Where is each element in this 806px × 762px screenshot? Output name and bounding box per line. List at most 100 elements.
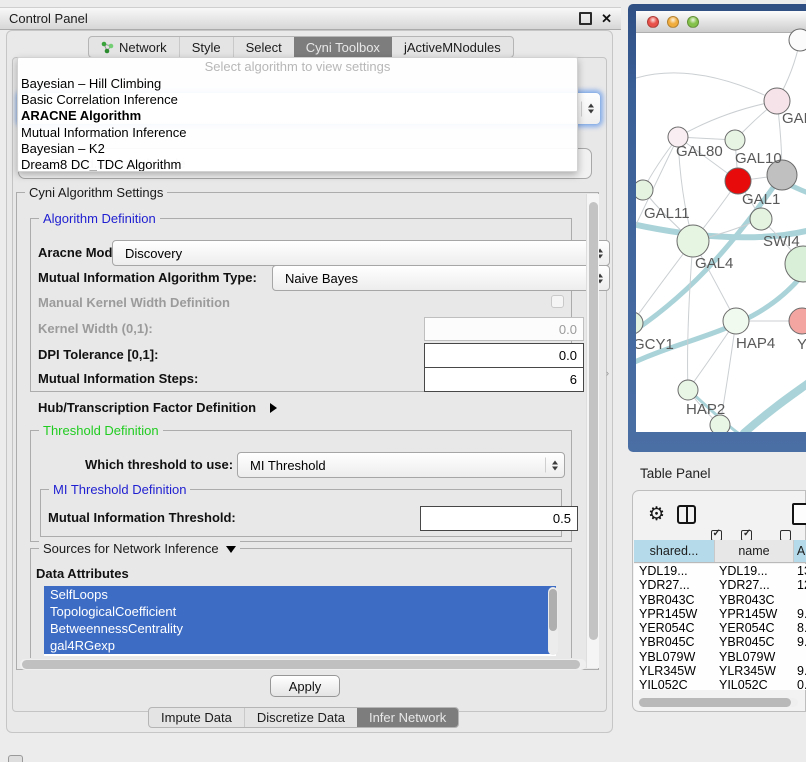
table-cell: 13 (797, 564, 806, 578)
minimize-window-icon[interactable] (667, 16, 679, 28)
aracne-mode-value: Discovery (125, 246, 182, 261)
float-window-icon[interactable] (579, 12, 592, 25)
network-node[interactable] (723, 308, 749, 334)
tab-network[interactable]: Network (89, 37, 179, 57)
kernel-width-field[interactable]: 0.0 (424, 317, 584, 341)
algorithm-option[interactable]: ARACNE Algorithm (18, 108, 577, 124)
table-cell: YDR27... (639, 578, 714, 592)
zoom-window-icon[interactable] (687, 16, 699, 28)
table-row[interactable]: YBR045CYBR045C9. (634, 635, 806, 649)
which-threshold-value: MI Threshold (250, 458, 326, 473)
settings-vertical-scrollbar[interactable] (586, 194, 599, 668)
column-layout-icon[interactable] (677, 505, 696, 524)
network-canvas[interactable]: GALGAL80GAL10GAL1GAL11SWI4GAL4GCY1HAP4YH… (636, 33, 806, 432)
table-row[interactable]: YDL19...YDL19...13 (634, 564, 806, 578)
table-row[interactable]: YLR345WYLR345W9. (634, 664, 806, 678)
dpi-tolerance-field[interactable]: 0.0 (424, 343, 584, 368)
aracne-mode-combo[interactable]: Discovery (112, 240, 610, 266)
screenshot-root: Control Panel ✕ Network Style SelectCyni T… (0, 0, 806, 762)
column-header[interactable]: A (794, 540, 806, 562)
dpi-tolerance-value: 0.0 (559, 348, 577, 363)
new-table-icon[interactable] (792, 503, 806, 525)
table-cell: YPR145W (639, 607, 714, 621)
mi-threshold-field[interactable]: 0.5 (420, 506, 578, 531)
table-cell: YDR27... (719, 578, 792, 592)
algorithm-definition-title: Algorithm Definition (39, 211, 160, 226)
algorithm-option[interactable]: Bayesian – K2 (18, 141, 577, 157)
tab-jactivemnodules[interactable]: jActiveMNodules (392, 37, 513, 57)
manual-kernel-label: Manual Kernel Width Definition (38, 295, 230, 310)
hub-definition-label: Hub/Transcription Factor Definition (38, 400, 256, 415)
column-header[interactable]: shared... (634, 540, 715, 562)
tab-select[interactable]: Select (233, 37, 294, 57)
network-node[interactable] (677, 225, 709, 257)
column-header[interactable]: name (715, 540, 794, 562)
settings-horizontal-scrollbar[interactable] (20, 659, 586, 670)
network-view-window: GALGAL80GAL10GAL1GAL11SWI4GAL4GCY1HAP4YH… (628, 4, 806, 452)
node-label: HAP2 (686, 401, 725, 418)
table-cell: YLR345W (719, 664, 792, 678)
expand-right-icon (270, 403, 277, 413)
tab-cyni-toolbox[interactable]: Cyni Toolbox (294, 37, 392, 57)
tab-discretize-data[interactable]: Discretize Data (244, 708, 357, 727)
mi-threshold-label: Mutual Information Threshold: (48, 510, 236, 525)
table-cell: YBR043C (719, 593, 792, 607)
network-node[interactable] (750, 208, 772, 230)
network-node[interactable] (785, 246, 806, 282)
table-cell: YDL19... (719, 564, 792, 578)
table-row[interactable]: YIL052CYIL052C0. (634, 678, 806, 690)
algorithm-option[interactable]: Dream8 DC_TDC Algorithm (18, 157, 577, 172)
algorithm-select-popup: Select algorithm to view settings Bayesi… (17, 57, 578, 172)
table-cell: 8. (797, 621, 806, 635)
manual-kernel-checkbox[interactable] (551, 295, 564, 308)
mi-steps-field[interactable]: 6 (424, 367, 584, 392)
control-panel-title: Control Panel (9, 11, 88, 26)
table-horizontal-scrollbar[interactable] (638, 698, 798, 707)
apply-button[interactable]: Apply (270, 675, 340, 697)
network-node[interactable] (636, 312, 643, 334)
node-label: GAL10 (735, 150, 782, 167)
algorithm-option[interactable]: Basic Correlation Inference (18, 92, 577, 108)
tab-infer-network[interactable]: Infer Network (357, 708, 458, 727)
network-view-inner: GALGAL80GAL10GAL1GAL11SWI4GAL4GCY1HAP4YH… (636, 11, 806, 432)
network-node[interactable] (678, 380, 698, 400)
table-cell: YLR345W (639, 664, 714, 678)
table-cell: YIL052C (639, 678, 714, 690)
table-row[interactable]: YBR043C YBR043C (634, 593, 806, 607)
table-row[interactable]: YPR145WYPR145W9. (634, 607, 806, 621)
attribute-item[interactable]: BetweennessCentrality (44, 620, 556, 637)
algorithm-option[interactable]: Bayesian – Hill Climbing (18, 76, 577, 92)
network-edge (678, 101, 777, 137)
sources-group-title[interactable]: Sources for Network Inference (39, 541, 240, 556)
bottom-corner-icon (8, 755, 23, 762)
close-icon[interactable]: ✕ (601, 12, 612, 25)
panel-divider-handle[interactable]: › (606, 368, 609, 378)
table-row[interactable]: YDR27...YDR27...12 (634, 578, 806, 592)
which-threshold-combo[interactable]: MI Threshold (237, 452, 565, 478)
tab-style[interactable]: Style (179, 37, 233, 57)
tab-impute-data[interactable]: Impute Data (149, 708, 244, 727)
network-node[interactable] (725, 130, 745, 150)
algorithm-option[interactable]: Mutual Information Inference (18, 125, 577, 141)
tab-label: Style (192, 40, 221, 55)
attributes-scrollbar[interactable] (548, 587, 558, 655)
attribute-item[interactable]: gal4RGexp (44, 637, 556, 654)
network-node[interactable] (636, 180, 653, 200)
network-node[interactable] (789, 308, 806, 334)
apply-button-label: Apply (289, 679, 322, 694)
table-cell: YIL052C (719, 678, 792, 690)
network-node[interactable] (789, 29, 806, 51)
attribute-item[interactable]: SelfLoops (44, 586, 556, 603)
attribute-item[interactable]: TopologicalCoefficient (44, 603, 556, 620)
close-window-icon[interactable] (647, 16, 659, 28)
table-row[interactable]: YER054CYER054C8. (634, 621, 806, 635)
table-cell: 9. (797, 635, 806, 649)
table-cell: YBR043C (639, 593, 714, 607)
table-row[interactable]: YBL079WYBL079W (634, 650, 806, 664)
hub-definition-expander[interactable]: Hub/Transcription Factor Definition (38, 399, 277, 417)
table-settings-gear-icon[interactable]: ⚙ (648, 505, 665, 524)
algorithm-placeholder: Select algorithm to view settings (18, 58, 577, 76)
sources-title-text: Sources for Network Inference (43, 541, 219, 556)
mi-type-combo[interactable]: Naive Bayes (272, 265, 610, 291)
node-label: HAP4 (736, 335, 775, 352)
